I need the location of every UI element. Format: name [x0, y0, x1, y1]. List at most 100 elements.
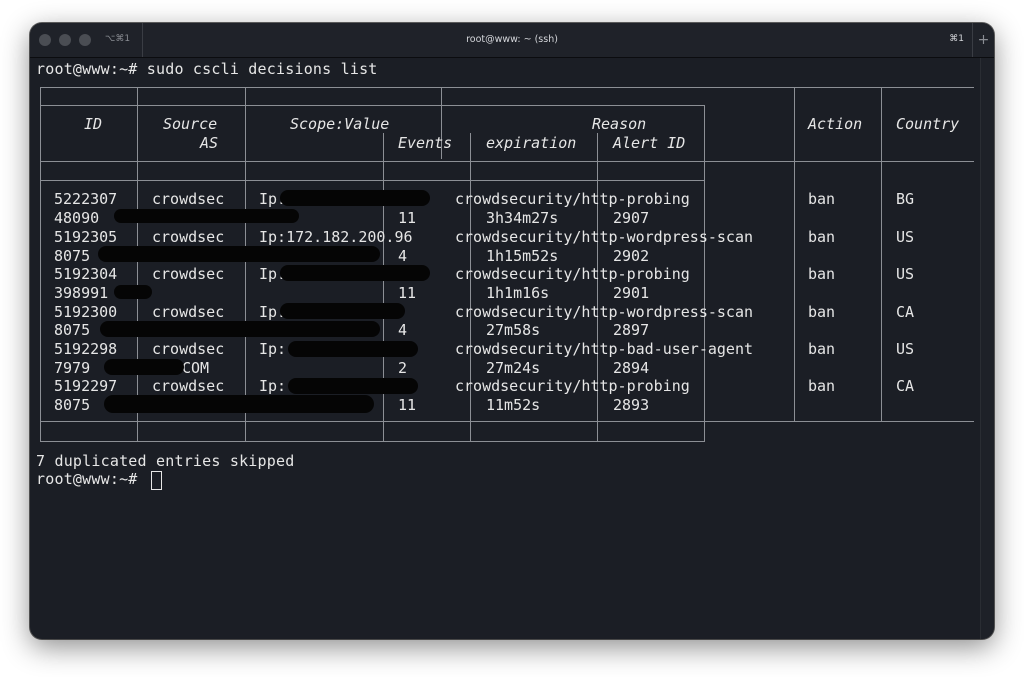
- redaction-mark: [280, 303, 405, 319]
- cell-as: 48090: [54, 209, 100, 227]
- header-country: Country: [896, 115, 960, 133]
- cell-source: crowdsec: [152, 377, 225, 395]
- cell-source: crowdsec: [152, 228, 225, 246]
- cell-id: 5222307: [54, 190, 118, 208]
- header-row-2: AS Events expiration Alert ID: [30, 134, 994, 152]
- header-source: Source: [163, 115, 218, 133]
- body-bottom-border: [40, 421, 974, 422]
- header-alert-id: Alert ID: [613, 134, 686, 152]
- redaction-mark: [288, 378, 418, 394]
- table-row: 5192298 crowdsec Ip: crowdsecurity/http-…: [30, 340, 994, 358]
- cell-expiration: 1h15m52s: [486, 247, 559, 265]
- cell-events: 11: [398, 284, 417, 302]
- redaction-mark: [104, 359, 184, 375]
- cell-events: 11: [398, 396, 417, 414]
- cell-reason: crowdsecurity/http-probing: [455, 265, 690, 283]
- cell-id: 5192300: [54, 303, 118, 321]
- cell-action: ban: [808, 303, 836, 321]
- cell-expiration: 27m24s: [486, 359, 541, 377]
- new-tab-button[interactable]: +: [972, 23, 994, 57]
- table-bottom-border: [40, 441, 704, 442]
- cell-as: 8075: [54, 247, 91, 265]
- table-row: 5192297 crowdsec Ip: crowdsecurity/http-…: [30, 377, 994, 395]
- cell-source: crowdsec: [152, 303, 225, 321]
- cell-as: 8075: [54, 396, 91, 414]
- command-line: root@www:~# sudo cscli decisions list: [36, 60, 378, 78]
- cell-events: 2: [398, 359, 408, 377]
- cell-reason: crowdsecurity/http-wordpress-scan: [455, 303, 754, 321]
- cell-as: 398991: [54, 284, 109, 302]
- redaction-mark: [288, 341, 418, 357]
- cell-country: CA: [896, 303, 915, 321]
- redaction-mark: [104, 395, 374, 413]
- table-row-sub: 398991 11 1h1m16s 2901: [30, 284, 994, 302]
- cell-id: 5192304: [54, 265, 118, 283]
- cell-action: ban: [808, 340, 836, 358]
- header-as: AS: [200, 134, 219, 152]
- cell-alert-id: 2902: [613, 247, 650, 265]
- title-bar: ⌥⌘1 root@www: ~ (ssh) ⌘1 +: [30, 23, 994, 58]
- cell-action: ban: [808, 265, 836, 283]
- prompt: root@www:~#: [36, 470, 138, 488]
- cell-id: 5192305: [54, 228, 118, 246]
- cell-events: 4: [398, 247, 408, 265]
- cell-expiration: 27m58s: [486, 321, 541, 339]
- cell-source: crowdsec: [152, 340, 225, 358]
- body-top-border: [40, 180, 704, 181]
- cell-action: ban: [808, 190, 836, 208]
- cell-scope: Ip:: [259, 340, 287, 358]
- cell-alert-id: 2893: [613, 396, 650, 414]
- redaction-mark: [114, 209, 299, 223]
- cell-alert-id: 2907: [613, 209, 650, 227]
- header-row-1: ID Source Scope:Value Reason Action Coun…: [30, 115, 994, 133]
- header-scope-value: Scope:Value: [290, 115, 390, 133]
- table-top-border: [40, 87, 974, 88]
- table-row: 5222307 crowdsec Ip: crowdsecurity/http-…: [30, 190, 994, 208]
- cell-scope: Ip:: [259, 377, 287, 395]
- cell-action: ban: [808, 228, 836, 246]
- cell-as-suffix: COM: [182, 359, 210, 377]
- cell-reason: crowdsecurity/http-wordpress-scan: [455, 228, 754, 246]
- cell-source: crowdsec: [152, 265, 225, 283]
- cell-scope: Ip:172.182.200.96: [259, 228, 413, 246]
- header-id: ID: [84, 115, 103, 133]
- redaction-mark: [280, 190, 430, 206]
- terminal-window: ⌥⌘1 root@www: ~ (ssh) ⌘1 + root@www:~# s…: [30, 23, 994, 639]
- header-action: Action: [808, 115, 863, 133]
- window-title: root@www: ~ (ssh): [466, 34, 558, 45]
- cell-action: ban: [808, 377, 836, 395]
- cell-alert-id: 2897: [613, 321, 650, 339]
- window-shortcut-label: ⌘1: [949, 34, 964, 44]
- cell-id: 5192298: [54, 340, 118, 358]
- cell-reason: crowdsecurity/http-bad-user-agent: [455, 340, 754, 358]
- table-row: 5192305 crowdsec Ip:172.182.200.96 crowd…: [30, 228, 994, 246]
- cell-as: 7979: [54, 359, 91, 377]
- cell-expiration: 3h34m27s: [486, 209, 559, 227]
- cell-source: crowdsec: [152, 190, 225, 208]
- cell-alert-id: 2894: [613, 359, 650, 377]
- header-expiration: expiration: [486, 134, 577, 152]
- cell-country: US: [896, 265, 915, 283]
- redaction-mark: [100, 321, 380, 337]
- cell-expiration: 11m52s: [486, 396, 541, 414]
- header-divider: [40, 161, 974, 162]
- text-cursor[interactable]: [151, 471, 162, 490]
- cell-events: 4: [398, 321, 408, 339]
- header-reason: Reason: [592, 115, 647, 133]
- redaction-mark: [98, 246, 380, 262]
- cell-country: US: [896, 340, 915, 358]
- duplicates-message: 7 duplicated entries skipped: [36, 452, 295, 470]
- table-row: 5192300 crowdsec Ip: crowdsecurity/http-…: [30, 303, 994, 321]
- cell-events: 11: [398, 209, 417, 227]
- header-events: Events: [398, 134, 453, 152]
- redaction-mark: [280, 265, 430, 281]
- cell-reason: crowdsecurity/http-probing: [455, 190, 690, 208]
- cell-country: US: [896, 228, 915, 246]
- cell-id: 5192297: [54, 377, 118, 395]
- redaction-mark: [114, 285, 152, 299]
- cell-country: BG: [896, 190, 915, 208]
- table-row: 5192304 crowdsec Ip: crowdsecurity/http-…: [30, 265, 994, 283]
- cell-reason: crowdsecurity/http-probing: [455, 377, 690, 395]
- cell-country: CA: [896, 377, 915, 395]
- header-reason-top-border: [40, 105, 704, 106]
